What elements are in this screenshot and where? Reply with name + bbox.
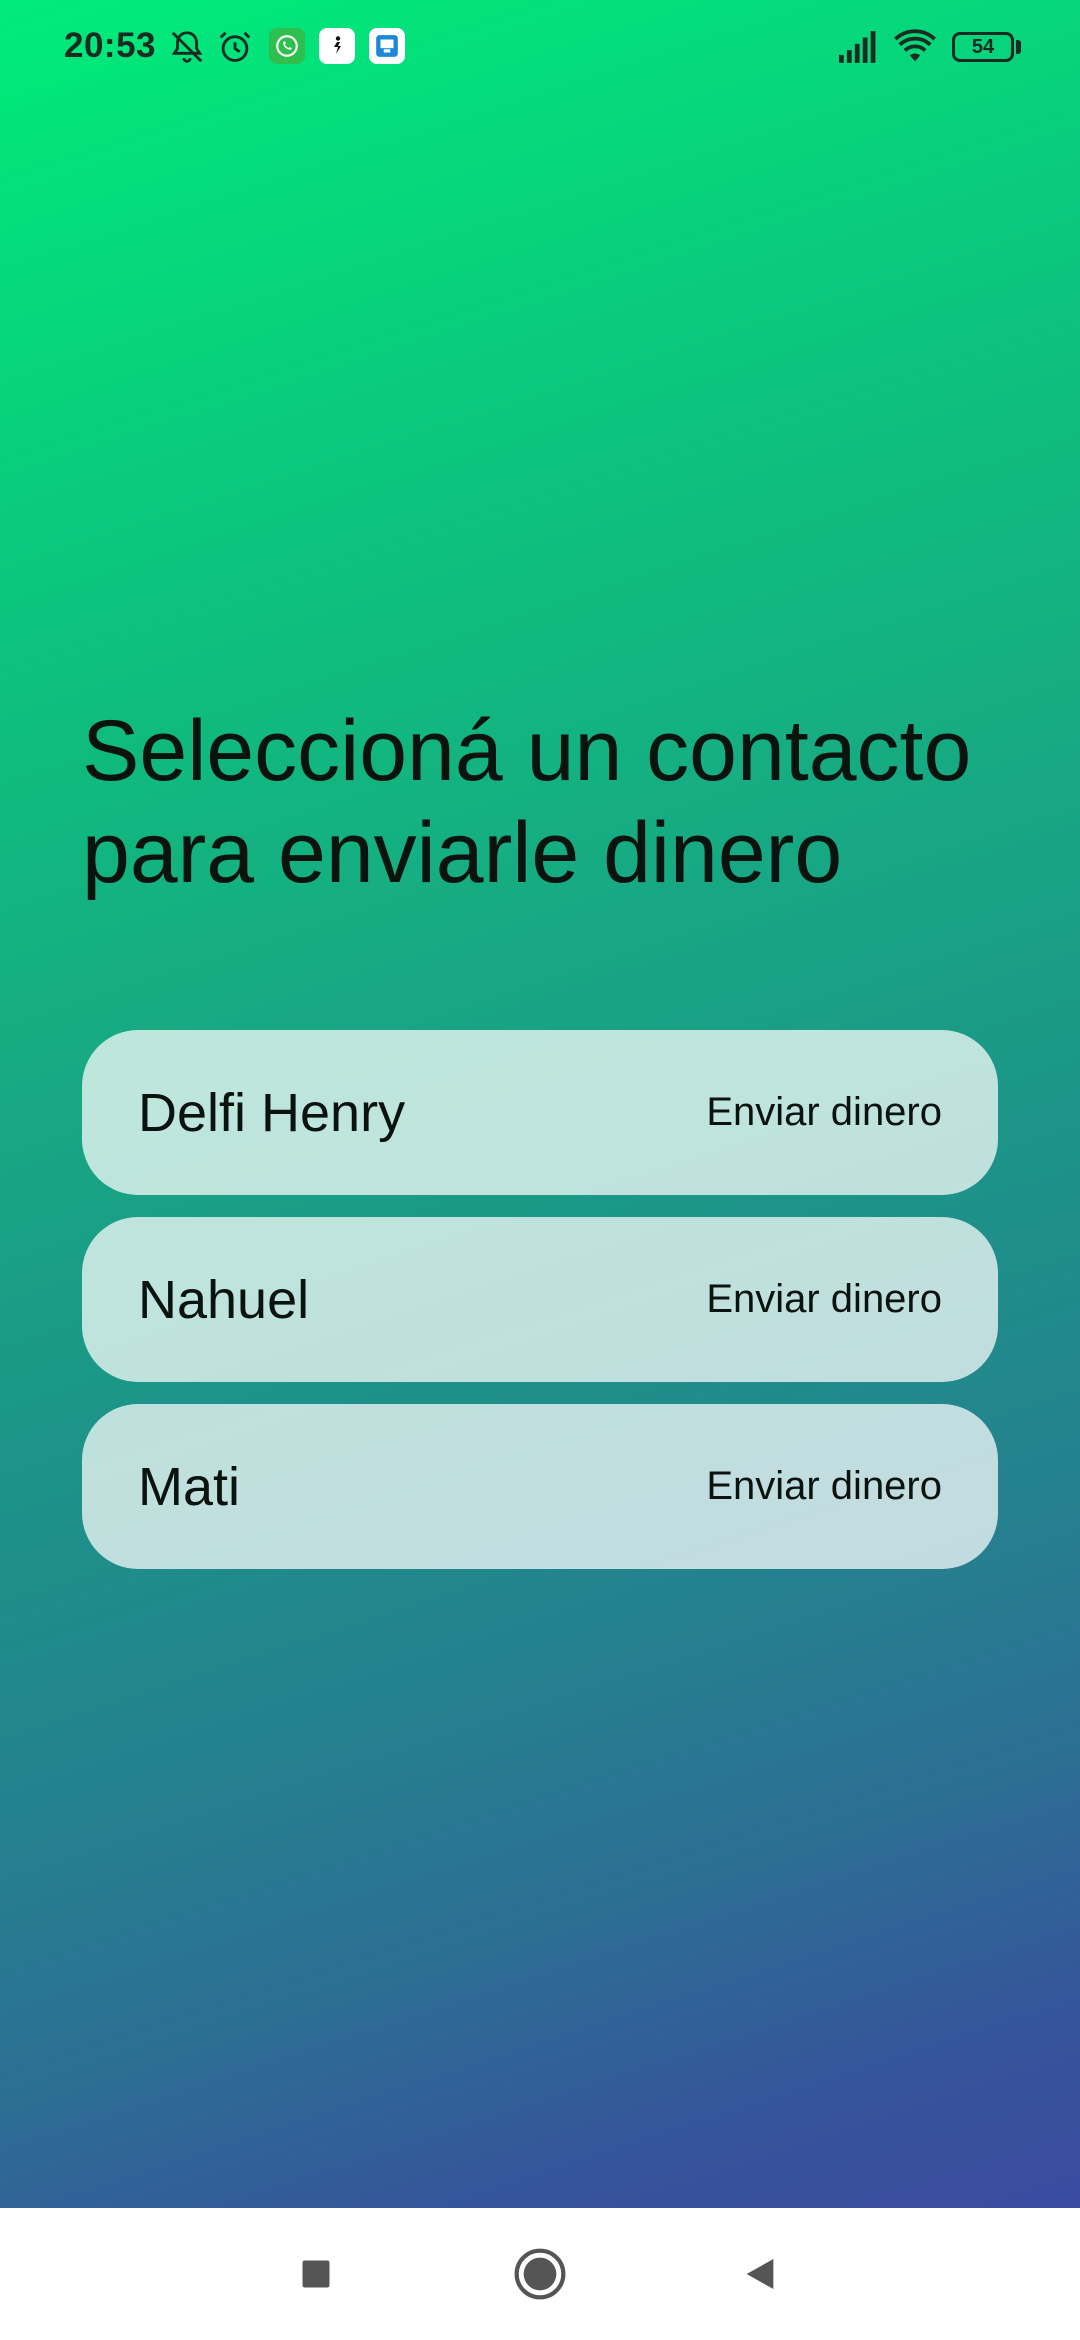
signal-icon xyxy=(839,31,876,63)
contact-name: Nahuel xyxy=(138,1269,310,1330)
contact-card-nahuel[interactable]: Nahuel Enviar dinero xyxy=(82,1217,998,1382)
home-button[interactable] xyxy=(504,2238,576,2310)
back-button[interactable] xyxy=(724,2238,796,2310)
recents-square-icon xyxy=(302,2260,330,2288)
app-notification-icon-2 xyxy=(369,28,405,64)
status-time: 20:53 xyxy=(64,26,157,65)
wifi-icon xyxy=(894,29,936,62)
status-bar: 20:53 54 xyxy=(0,0,1080,96)
contact-name: Delfi Henry xyxy=(138,1082,406,1143)
whatsapp-icon xyxy=(269,28,305,64)
send-money-button[interactable]: Enviar dinero xyxy=(706,1277,942,1322)
alarm-icon xyxy=(219,31,251,62)
battery-tip xyxy=(1016,40,1021,54)
contact-name: Mati xyxy=(138,1456,241,1517)
contact-card-mati[interactable]: Mati Enviar dinero xyxy=(82,1404,998,1569)
home-circle-icon xyxy=(514,2248,566,2300)
page-title-line-1: Seleccioná un contacto xyxy=(82,703,972,799)
contact-card-delfi-henry[interactable]: Delfi Henry Enviar dinero xyxy=(82,1030,998,1195)
screen: 20:53 54 Seleccioná un contacto para env… xyxy=(0,0,1080,2340)
page-title-line-2: para enviarle dinero xyxy=(82,805,843,901)
back-triangle-icon xyxy=(746,2259,774,2289)
battery-icon: 54 xyxy=(952,32,1014,62)
page-title: Seleccioná un contacto para enviarle din… xyxy=(82,700,1022,904)
send-money-button[interactable]: Enviar dinero xyxy=(706,1464,942,1509)
navigation-bar xyxy=(0,2208,1080,2340)
contact-list: Delfi Henry Enviar dinero Nahuel Enviar … xyxy=(82,1030,998,1591)
send-money-button[interactable]: Enviar dinero xyxy=(706,1090,942,1135)
bell-off-icon xyxy=(171,31,203,63)
app-notification-icon xyxy=(319,28,355,64)
recents-button[interactable] xyxy=(280,2238,352,2310)
